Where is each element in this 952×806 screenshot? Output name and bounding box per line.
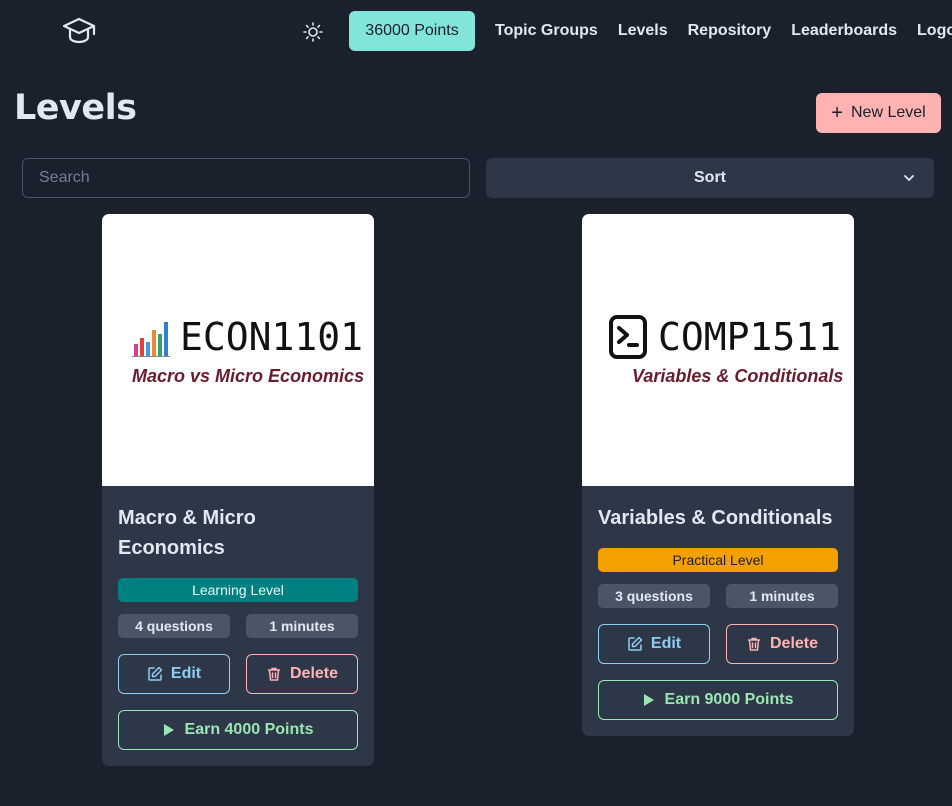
delete-label: Delete xyxy=(289,665,339,682)
edit-icon xyxy=(147,666,163,682)
nav-link-repository[interactable]: Repository xyxy=(688,22,772,40)
terminal-icon xyxy=(608,314,648,365)
questions-count: 3 questions xyxy=(598,584,710,608)
level-card: ECON1101 Macro vs Micro Economics Macro … xyxy=(102,214,374,766)
top-nav: 36000 Points Topic Groups Levels Reposit… xyxy=(0,0,952,64)
trash-icon xyxy=(746,636,762,652)
delete-button[interactable]: Delete xyxy=(246,654,358,694)
sort-select[interactable]: Sort xyxy=(486,158,934,198)
bar-chart-icon xyxy=(132,318,170,363)
level-type-badge: Learning Level xyxy=(118,578,358,602)
trash-icon xyxy=(266,666,282,682)
level-type-badge: Practical Level xyxy=(598,548,838,572)
level-title: Variables & Conditionals xyxy=(598,507,833,529)
course-code: COMP1511 xyxy=(658,315,842,359)
level-card: COMP1511 Variables & Conditionals Variab… xyxy=(582,214,854,736)
nav-link-topic-groups[interactable]: Topic Groups xyxy=(495,22,598,40)
nav-link-logout[interactable]: Logout xyxy=(917,22,952,40)
earn-points-button[interactable]: Earn 9000 Points xyxy=(598,680,838,720)
duration: 1 minutes xyxy=(726,584,838,608)
level-thumbnail: ECON1101 Macro vs Micro Economics xyxy=(102,214,374,486)
course-subtitle: Variables & Conditionals xyxy=(632,366,844,386)
sort-label: Sort xyxy=(694,169,726,186)
page-title: Levels xyxy=(14,88,137,128)
chevron-down-icon xyxy=(902,171,916,185)
new-level-label: New Level xyxy=(850,104,926,121)
course-code: ECON1101 xyxy=(180,315,364,359)
edit-button[interactable]: Edit xyxy=(118,654,230,694)
edit-label: Edit xyxy=(170,665,202,682)
points-button[interactable]: 36000 Points xyxy=(349,11,475,51)
nav-links: Topic Groups Levels Repository Leaderboa… xyxy=(495,22,952,40)
earn-points-button[interactable]: Earn 4000 Points xyxy=(118,710,358,750)
nav-link-levels[interactable]: Levels xyxy=(618,22,668,40)
questions-count: 4 questions xyxy=(118,614,230,638)
earn-points-label: Earn 9000 Points xyxy=(664,691,794,708)
edit-icon xyxy=(627,636,643,652)
course-subtitle: Macro vs Micro Economics xyxy=(132,366,365,386)
edit-label: Edit xyxy=(650,635,682,652)
play-icon xyxy=(643,693,655,707)
delete-label: Delete xyxy=(769,635,819,652)
duration: 1 minutes xyxy=(246,614,358,638)
plus-icon: + xyxy=(831,102,843,124)
sun-icon[interactable] xyxy=(302,21,324,43)
nav-link-leaderboards[interactable]: Leaderboards xyxy=(791,22,897,40)
new-level-button[interactable]: + New Level xyxy=(816,93,941,133)
level-thumbnail: COMP1511 Variables & Conditionals xyxy=(582,214,854,486)
delete-button[interactable]: Delete xyxy=(726,624,838,664)
search-input[interactable] xyxy=(22,158,470,198)
play-icon xyxy=(163,723,175,737)
edit-button[interactable]: Edit xyxy=(598,624,710,664)
level-title: Macro & Micro Economics xyxy=(118,507,256,559)
earn-points-label: Earn 4000 Points xyxy=(184,721,314,738)
graduation-cap-icon[interactable] xyxy=(62,16,96,46)
